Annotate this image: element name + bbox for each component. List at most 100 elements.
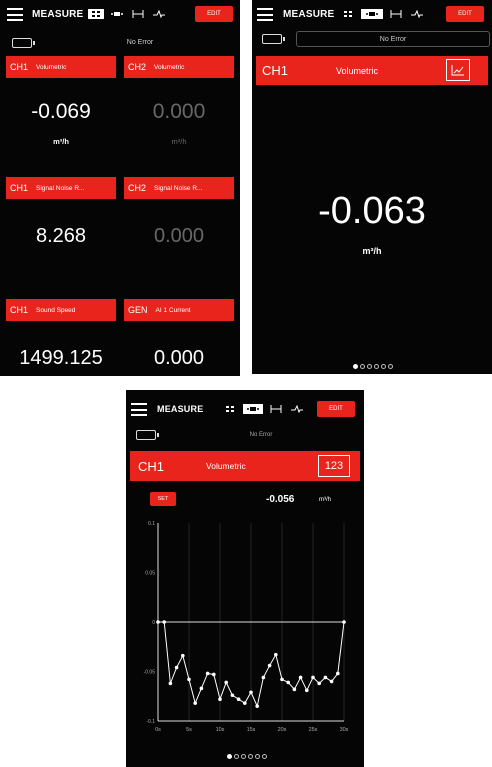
error-status: No Error — [296, 31, 490, 47]
edit-button[interactable]: EDIT — [195, 6, 233, 22]
data-point — [224, 680, 228, 685]
channel-label: CH1 — [138, 458, 165, 474]
error-status: No Error — [126, 39, 154, 46]
page-dot[interactable] — [241, 754, 246, 759]
tile-header-ch1-snr[interactable]: CH1 Signal Noise R... — [6, 177, 116, 199]
primary-unit: m³/h — [362, 246, 382, 256]
data-point — [187, 677, 191, 682]
x-tick-label: 30s — [340, 727, 349, 733]
tile-header-ch2-volumetric[interactable]: CH2 Volumetric — [124, 56, 234, 78]
set-button[interactable]: SET — [150, 492, 176, 506]
page-dot[interactable] — [255, 754, 260, 759]
data-point — [298, 675, 303, 680]
data-point — [342, 620, 346, 624]
data-point — [193, 701, 197, 705]
top-bar: MEASURE EDIT — [0, 0, 240, 28]
tile-value-ch2-volumetric: 0.000 — [152, 100, 206, 123]
single-view-icon[interactable] — [109, 9, 125, 19]
status-row: No Error — [126, 427, 364, 445]
current-value: -0.056 — [266, 494, 295, 505]
numeric-view-button[interactable]: 123 — [318, 455, 350, 477]
page-dot[interactable] — [353, 364, 358, 369]
error-status: No Error — [249, 432, 273, 438]
data-point — [311, 675, 315, 680]
measurement-name: Volumetric — [36, 63, 67, 71]
y-tick-label: -0.1 — [146, 719, 155, 725]
data-point — [162, 620, 166, 624]
view-switcher — [222, 404, 305, 414]
data-point — [274, 652, 278, 657]
page-title: MEASURE — [283, 9, 335, 20]
data-point — [286, 680, 290, 685]
battery-icon — [12, 38, 35, 48]
data-point — [174, 665, 179, 670]
channel-label: CH1 — [10, 183, 29, 193]
x-tick-label: 5s — [186, 727, 192, 733]
data-point — [317, 681, 321, 686]
data-point — [323, 675, 328, 680]
tile-unit: m³/h — [53, 137, 69, 146]
tile-value-gen-ai1-current: 0.000 — [153, 347, 205, 369]
page-dot[interactable] — [248, 754, 253, 759]
single-view-icon[interactable] — [243, 404, 263, 414]
status-row: No Error — [252, 30, 492, 48]
page-dot[interactable] — [360, 364, 365, 369]
tile-header-ch1-sound-speed[interactable]: CH1 Sound Speed — [6, 299, 116, 321]
trend-view-icon[interactable] — [409, 9, 425, 19]
data-point — [230, 693, 235, 698]
tile-header-ch2-snr[interactable]: CH2 Signal Noise R... — [124, 177, 234, 199]
view-switcher — [340, 9, 425, 19]
edit-button[interactable]: EDIT — [446, 6, 484, 22]
page-dot[interactable] — [381, 364, 386, 369]
top-bar: MEASURE EDIT — [126, 390, 364, 418]
battery-icon — [262, 34, 285, 44]
measure-grid-screen: MEASURE EDIT No Error CH1 Volumetric CH2… — [0, 0, 240, 376]
channel-label: GEN — [128, 305, 148, 315]
page-title: MEASURE — [32, 9, 84, 20]
measure-trend-screen: 0s 5s 10s 15s 20s 25s 30s 0.1 0.05 0 -0.05 -0.1 MEA… — [126, 390, 364, 767]
chart-icon — [451, 65, 464, 76]
page-dot[interactable] — [367, 364, 372, 369]
range-view-icon[interactable] — [388, 9, 404, 19]
measurement-name: Sound Speed — [36, 306, 76, 314]
range-view-icon[interactable] — [268, 404, 284, 414]
data-point — [205, 671, 210, 676]
x-tick-label: 20s — [278, 727, 287, 733]
tile-header-ch1-volumetric[interactable]: CH1 Volumetric — [6, 56, 116, 78]
measurement-name: Volumetric — [336, 65, 379, 76]
menu-icon[interactable] — [257, 8, 273, 21]
channel-label: CH1 — [10, 62, 29, 72]
tile-unit: m³/h — [171, 137, 187, 146]
tile-value-ch2-snr: 0.000 — [153, 225, 205, 247]
menu-icon[interactable] — [131, 403, 147, 416]
page-dot[interactable] — [262, 754, 267, 759]
data-point — [261, 675, 266, 680]
x-tick-label: 25s — [309, 727, 318, 733]
trend-view-icon[interactable] — [151, 9, 167, 19]
grid-view-icon[interactable] — [222, 404, 238, 414]
data-point — [329, 679, 334, 684]
range-view-icon[interactable] — [130, 9, 146, 19]
page-dot[interactable] — [374, 364, 379, 369]
trend-view-icon[interactable] — [289, 404, 305, 414]
page-dot[interactable] — [388, 364, 393, 369]
single-view-icon[interactable] — [361, 9, 383, 19]
channel-label: CH2 — [128, 183, 147, 193]
data-point — [267, 663, 272, 668]
edit-button[interactable]: EDIT — [317, 401, 355, 417]
chart-view-button[interactable] — [446, 59, 470, 81]
data-point — [305, 688, 309, 693]
data-point — [243, 701, 247, 705]
page-title: MEASURE — [157, 404, 204, 414]
channel-label: CH2 — [128, 62, 147, 72]
grid-view-icon[interactable] — [340, 9, 356, 19]
y-tick-label: 0.1 — [148, 521, 155, 527]
tile-header-gen-ai1-current[interactable]: GEN AI 1 Current — [124, 299, 234, 321]
channel-label: CH1 — [10, 305, 29, 315]
grid-view-icon[interactable] — [88, 9, 104, 19]
menu-icon[interactable] — [7, 8, 23, 21]
y-tick-label: 0 — [152, 620, 155, 626]
page-dot[interactable] — [234, 754, 239, 759]
page-dot[interactable] — [227, 754, 232, 759]
data-point — [181, 653, 185, 658]
